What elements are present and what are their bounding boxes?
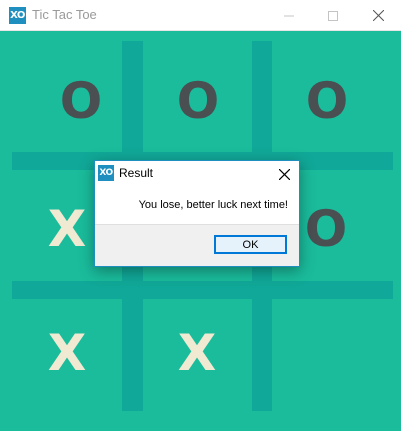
maximize-icon <box>328 10 338 21</box>
dialog-title: Result <box>119 166 154 180</box>
app-icon: XO <box>9 7 26 24</box>
minimize-button[interactable] <box>266 0 312 31</box>
board-cell-r3c2[interactable]: X <box>147 313 247 393</box>
dialog-close-button[interactable] <box>275 165 293 183</box>
close-icon <box>278 168 290 180</box>
dialog-body: You lose, better luck next time! <box>95 186 299 224</box>
board-cell-r1c1[interactable]: O <box>31 61 131 141</box>
result-dialog: XO Result You lose, better luck next tim… <box>94 160 300 267</box>
dialog-footer: OK <box>95 224 299 266</box>
close-icon <box>372 10 384 21</box>
board-cell-r1c3[interactable]: O <box>277 61 377 141</box>
board-cell-r3c3[interactable] <box>276 313 376 393</box>
minimize-icon <box>284 15 294 16</box>
grid-line-horizontal-2 <box>12 281 393 299</box>
ok-button[interactable]: OK <box>214 235 287 254</box>
dialog-message: You lose, better luck next time! <box>138 199 288 211</box>
maximize-button[interactable] <box>310 0 356 31</box>
board-cell-r1c2[interactable]: O <box>148 61 248 141</box>
dialog-title-bar: XO Result <box>95 161 299 186</box>
board-cell-r3c1[interactable]: X <box>17 313 117 393</box>
window-title: Tic Tac Toe <box>32 7 97 22</box>
window-close-button[interactable] <box>355 0 401 31</box>
dialog-app-icon: XO <box>98 165 114 181</box>
window-title-bar: XO Tic Tac Toe <box>0 0 401 31</box>
